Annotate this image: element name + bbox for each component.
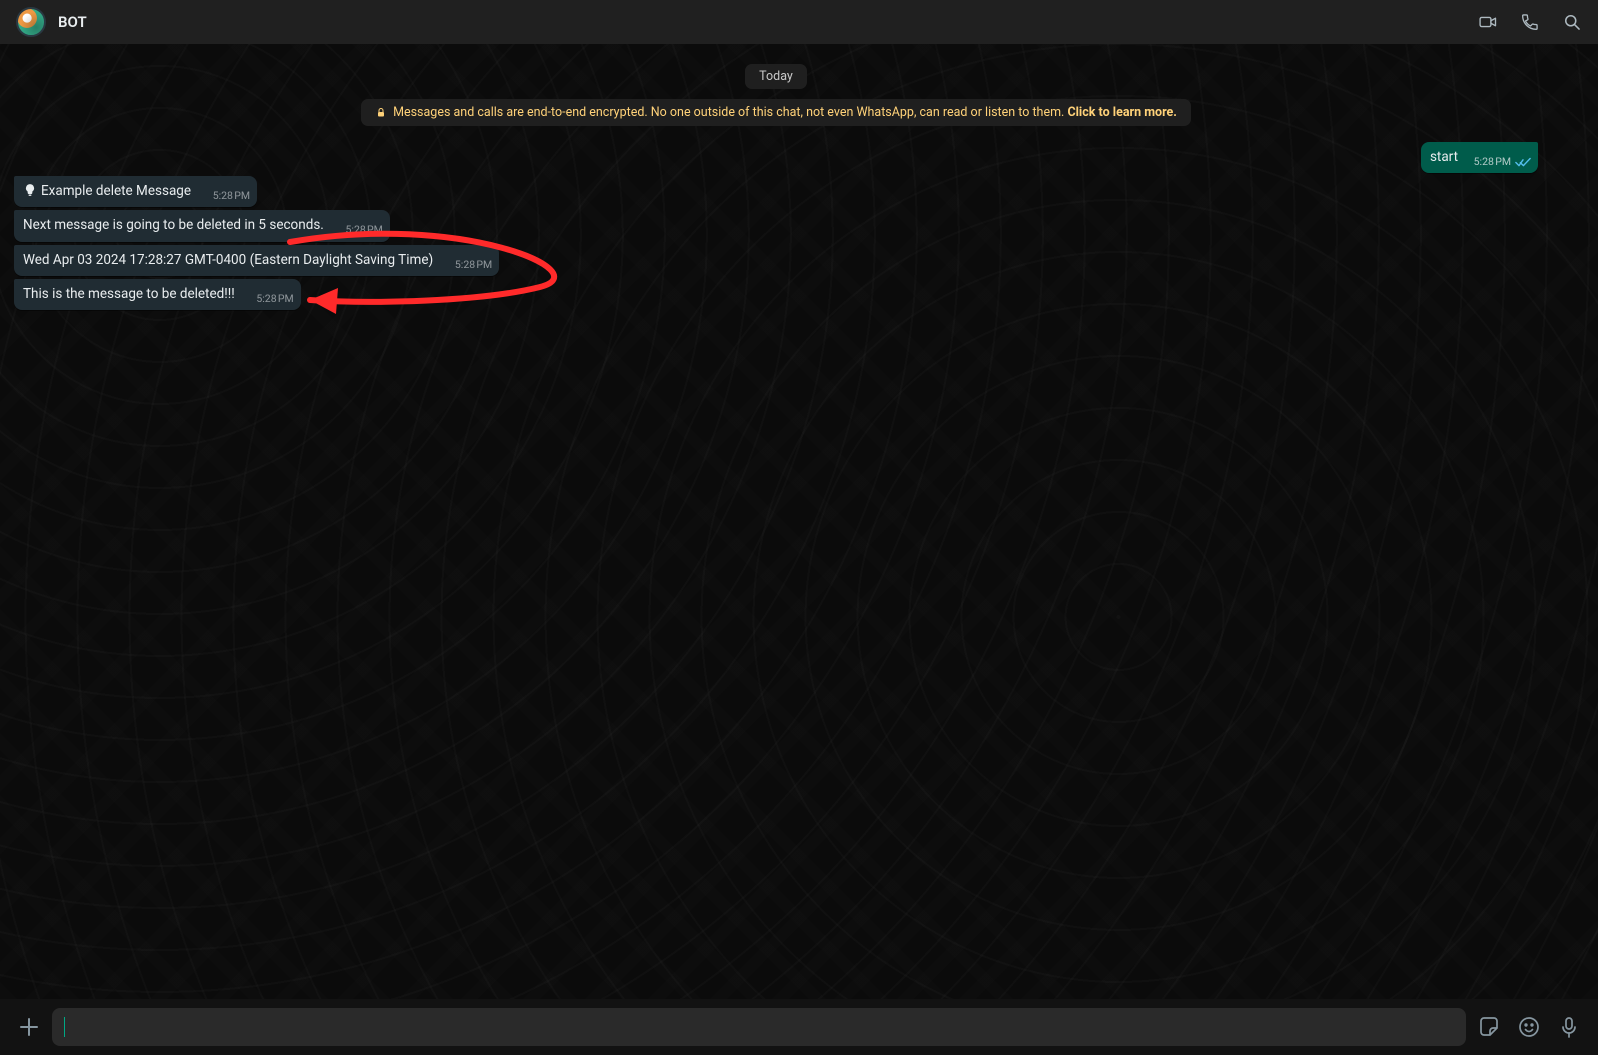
encryption-text: Messages and calls are end-to-end encryp… (393, 105, 1067, 120)
message-time: 5:28 PM (213, 189, 250, 203)
message-time: 5:28 PM (256, 292, 293, 306)
emoji-icon[interactable] (1516, 1014, 1542, 1040)
sticker-icon[interactable] (1476, 1014, 1502, 1040)
encryption-banner[interactable]: Messages and calls are end-to-end encryp… (361, 99, 1191, 126)
message-text: This is the message to be deleted!!! (23, 286, 293, 302)
message-input[interactable] (52, 1008, 1466, 1046)
encryption-learn-more-link[interactable]: Click to learn more. (1067, 105, 1176, 120)
chat-header: BOT (0, 0, 1598, 44)
message-incoming[interactable]: Example delete Message 5:28 PM (14, 176, 257, 207)
video-call-icon[interactable] (1478, 12, 1498, 32)
header-actions (1478, 12, 1582, 32)
mic-icon[interactable] (1556, 1014, 1582, 1040)
message-text: Next message is going to be deleted in 5… (23, 217, 382, 233)
text-caret (64, 1017, 65, 1037)
attach-button[interactable] (16, 1014, 42, 1040)
search-icon[interactable] (1562, 12, 1582, 32)
message-time: 5:28 PM (346, 223, 383, 237)
message-outgoing[interactable]: start 5:28 PM (1421, 142, 1538, 173)
lock-icon (375, 107, 387, 119)
message-time: 5:28 PM (455, 258, 492, 272)
composer (0, 999, 1598, 1055)
message-incoming[interactable]: This is the message to be deleted!!! 5:2… (14, 279, 301, 310)
bulb-icon (23, 183, 37, 197)
voice-call-icon[interactable] (1520, 12, 1540, 32)
chat-title[interactable]: BOT (58, 13, 87, 31)
message-text: Wed Apr 03 2024 17:28:27 GMT-0400 (Easte… (23, 252, 491, 268)
read-ticks-icon (1515, 157, 1531, 168)
chat-panel[interactable]: Today Messages and calls are end-to-end … (0, 44, 1598, 999)
message-incoming[interactable]: Wed Apr 03 2024 17:28:27 GMT-0400 (Easte… (14, 245, 499, 276)
message-incoming[interactable]: Next message is going to be deleted in 5… (14, 210, 390, 241)
date-chip: Today (745, 64, 807, 89)
message-time: 5:28 PM (1474, 155, 1511, 169)
avatar[interactable] (16, 7, 46, 37)
